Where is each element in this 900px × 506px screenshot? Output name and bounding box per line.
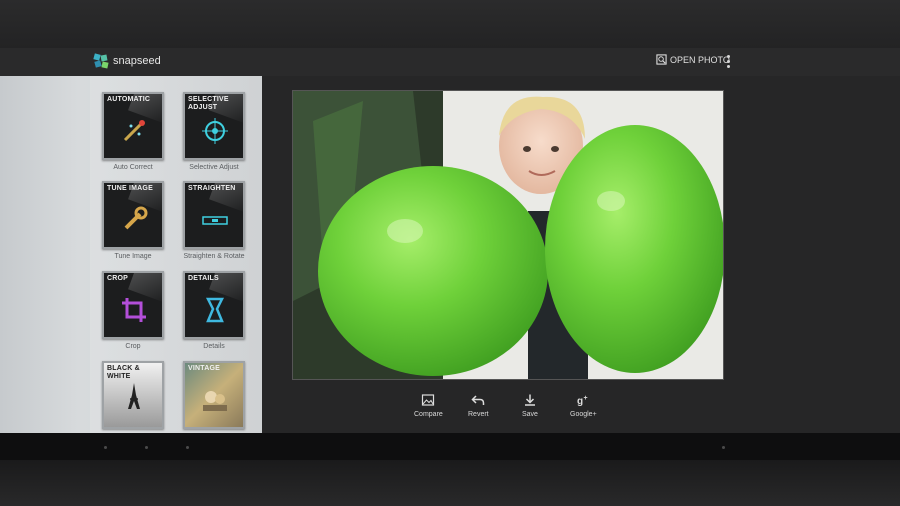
tool-label: Details — [203, 343, 225, 350]
download-icon — [524, 394, 535, 406]
google-plus-icon: g + — [577, 395, 588, 407]
open-photo-icon — [656, 54, 667, 65]
compare-button[interactable]: Compare — [414, 393, 443, 418]
app-bar: snapseed OPEN PHOTO — [0, 48, 900, 77]
tool-thumbnail: SELECTIVE ADJUST — [183, 92, 245, 160]
tool-straighten-rotate[interactable]: STRAIGHTEN Straighten & Rotate — [183, 181, 245, 260]
tool-header: BLACK & WHITE — [107, 365, 140, 380]
tool-label: Straighten & Rotate — [183, 253, 245, 260]
vintage-photo-icon — [203, 391, 227, 411]
snapseed-logo-icon — [93, 53, 109, 69]
wrench-icon — [124, 206, 148, 230]
action-label: Compare — [414, 411, 443, 418]
tool-details[interactable]: DETAILS Details — [183, 271, 245, 350]
tool-black-white[interactable]: BLACK & WHITE — [102, 361, 164, 429]
tool-vintage[interactable]: VINTAGE — [183, 361, 245, 429]
tool-header: STRAIGHTEN — [188, 185, 236, 192]
tool-thumbnail: VINTAGE — [183, 361, 245, 429]
svg-text:+: + — [584, 395, 588, 402]
menu-nav-icon[interactable] — [722, 446, 725, 449]
action-label: Revert — [468, 411, 489, 418]
tool-header: DETAILS — [188, 275, 219, 282]
tool-thumbnail: AUTOMATIC — [102, 92, 164, 160]
device-top-bezel — [0, 0, 900, 48]
tool-thumbnail: TUNE IMAGE — [102, 181, 164, 249]
tool-header: AUTOMATIC — [107, 96, 151, 103]
tool-header: SELECTIVE ADJUST — [188, 96, 229, 111]
recents-nav-icon[interactable] — [186, 446, 189, 449]
google-plus-button[interactable]: g + Google+ — [570, 393, 597, 418]
tool-label: Auto Correct — [113, 164, 153, 171]
tool-crop[interactable]: CROP Crop — [102, 271, 164, 350]
tool-selective-adjust[interactable]: SELECTIVE ADJUST Selective Adjust — [183, 92, 245, 171]
magnifier-icon — [205, 297, 225, 323]
tool-thumbnail: BLACK & WHITE — [102, 361, 164, 429]
undo-icon — [471, 395, 485, 405]
tool-header: CROP — [107, 275, 129, 282]
open-photo-label: OPEN PHOTO — [670, 54, 730, 65]
tool-header: VINTAGE — [188, 365, 220, 372]
app-title: snapseed — [113, 55, 161, 67]
tool-header: TUNE IMAGE — [107, 185, 153, 192]
wand-icon — [123, 120, 145, 142]
eiffel-icon — [128, 383, 140, 409]
system-nav-bar — [0, 433, 900, 460]
home-nav-icon[interactable] — [145, 446, 148, 449]
tool-label: Crop — [125, 343, 141, 350]
image-icon — [422, 394, 435, 406]
revert-button[interactable]: Revert — [468, 393, 489, 418]
tool-thumbnail: DETAILS — [183, 271, 245, 339]
tool-tune-image[interactable]: TUNE IMAGE Tune Image — [102, 181, 164, 260]
tool-auto-correct[interactable]: AUTOMATIC Auto Correct — [102, 92, 164, 171]
level-icon — [202, 216, 228, 225]
tool-thumbnail: CROP — [102, 271, 164, 339]
photo-image — [293, 91, 723, 379]
svg-text:g: g — [577, 396, 583, 407]
photo-preview[interactable] — [292, 90, 724, 380]
tool-label: Tune Image — [114, 253, 152, 260]
tool-thumbnail: STRAIGHTEN — [183, 181, 245, 249]
device-bottom-bezel — [0, 460, 900, 506]
tool-label: Selective Adjust — [189, 164, 239, 171]
overflow-menu-icon[interactable] — [722, 53, 734, 69]
save-button[interactable]: Save — [522, 393, 538, 418]
target-icon — [202, 118, 228, 144]
action-label: Google+ — [570, 411, 597, 418]
back-nav-icon[interactable] — [104, 446, 107, 449]
crop-icon — [122, 298, 146, 322]
action-label: Save — [522, 411, 538, 418]
open-photo-button[interactable]: OPEN PHOTO — [656, 54, 730, 65]
